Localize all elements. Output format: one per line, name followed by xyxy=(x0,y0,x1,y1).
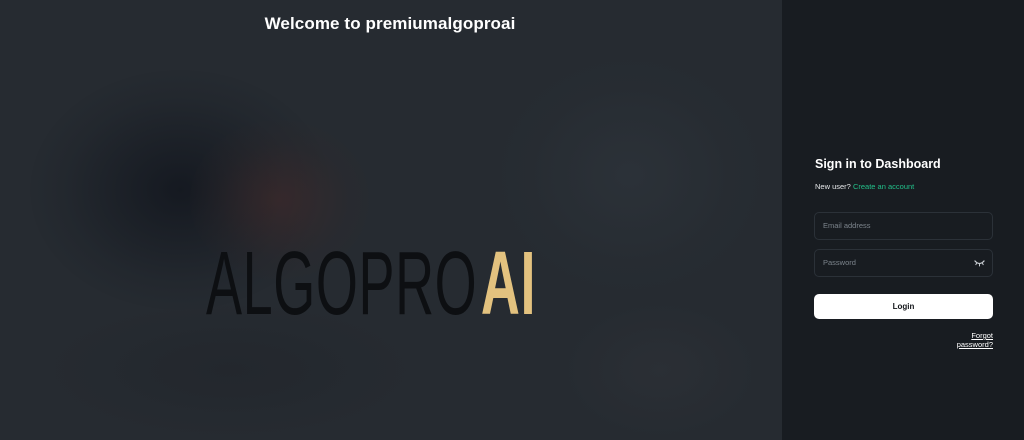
login-button[interactable]: Login xyxy=(814,294,993,319)
logo-accent-text: AI xyxy=(480,234,537,334)
eye-closed-icon[interactable] xyxy=(974,259,985,267)
background-blur xyxy=(500,60,760,290)
email-field[interactable]: Email address xyxy=(814,212,993,240)
new-user-label: New user? xyxy=(815,182,851,191)
forgot-password-link[interactable]: Forgot password? xyxy=(934,331,993,349)
welcome-heading: Welcome to premiumalgoproai xyxy=(264,14,516,33)
email-placeholder: Email address xyxy=(823,221,871,230)
signin-panel: Sign in to Dashboard New user? Create an… xyxy=(782,0,1024,440)
password-field[interactable]: Password xyxy=(814,249,993,277)
password-placeholder: Password xyxy=(823,258,856,267)
create-account-link[interactable]: Create an account xyxy=(853,182,914,191)
logo-primary-text: ALGOPRO xyxy=(206,234,478,334)
hero-section: Welcome to premiumalgoproai ALGOPROAI xyxy=(0,0,782,440)
background-blur xyxy=(560,300,760,440)
signin-title: Sign in to Dashboard xyxy=(815,157,941,171)
signup-prompt: New user? Create an account xyxy=(815,182,914,191)
brand-logo: ALGOPROAI xyxy=(206,236,536,332)
